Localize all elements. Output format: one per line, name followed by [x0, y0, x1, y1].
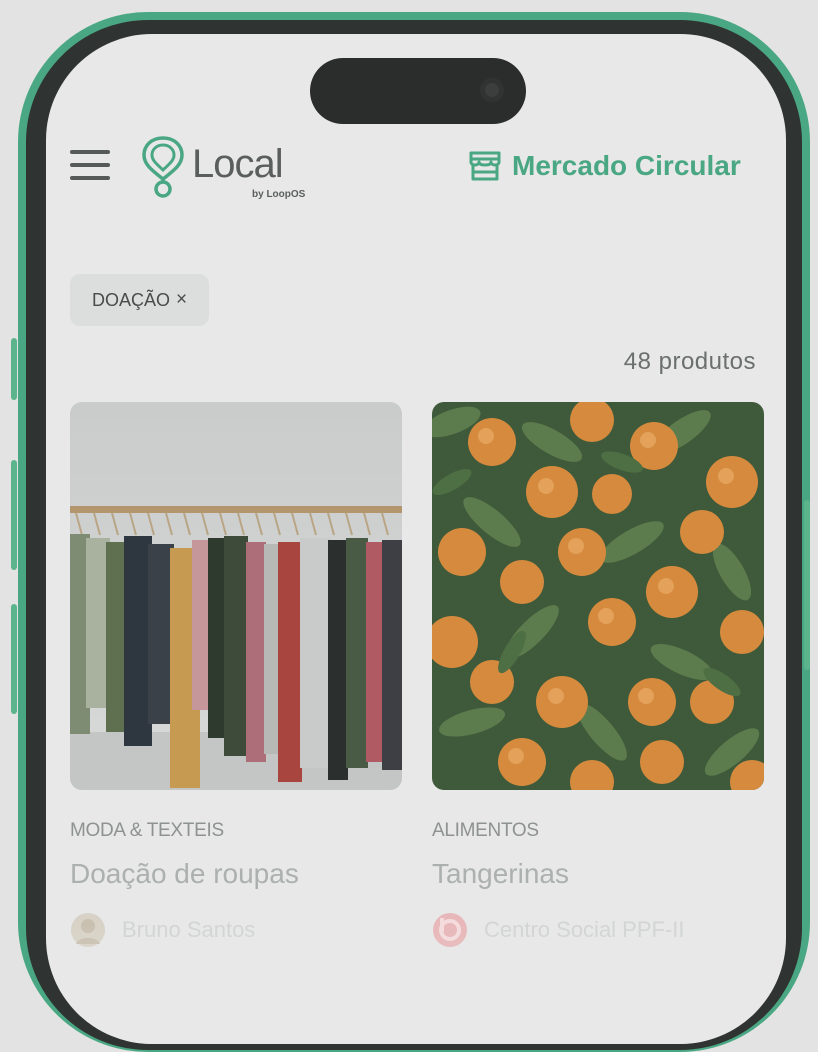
seller-row[interactable]: Bruno Santos: [70, 912, 402, 948]
beats-logo-icon: [433, 913, 467, 947]
avatar-icon: [71, 913, 105, 947]
location-pin-logo-icon: [142, 136, 184, 198]
logo-text: Local: [192, 142, 284, 186]
storefront-icon: [469, 151, 501, 181]
seller-name: Bruno Santos: [122, 917, 256, 942]
seller-row[interactable]: Centro Social PPF-II: [432, 912, 764, 948]
mercado-circular-label: Mercado Circular: [512, 150, 741, 181]
hamburger-menu-icon[interactable]: [70, 150, 110, 182]
close-icon[interactable]: ×: [176, 289, 187, 311]
power-button: [804, 500, 810, 670]
logo-subtext: by LoopOS: [252, 189, 306, 200]
mercado-circular-link[interactable]: Mercado Circular: [468, 150, 741, 182]
app-screen: Local by LoopOS Mercado Circular DOAÇÃO …: [46, 34, 786, 1044]
action-button: [11, 338, 17, 400]
filter-chip-doacao[interactable]: DOAÇÃO ×: [70, 274, 210, 326]
product-card[interactable]: MODA & TEXTEIS Doação de roupas Bruno Sa…: [70, 402, 402, 948]
product-image-tangerines[interactable]: [432, 402, 764, 790]
filter-chip-label: DOAÇÃO: [92, 289, 171, 310]
product-image-clothes[interactable]: [70, 402, 402, 790]
product-title[interactable]: Doação de roupas: [70, 858, 402, 890]
volume-up-button: [11, 460, 17, 570]
product-card[interactable]: ALIMENTOS Tangerinas Centro Social PPF-I…: [432, 402, 764, 948]
seller-name: Centro Social PPF-II: [484, 917, 685, 942]
volume-down-button: [11, 604, 17, 714]
product-category: MODA & TEXTEIS: [70, 820, 224, 841]
dynamic-island: [310, 58, 526, 124]
camera-icon: [480, 78, 504, 102]
product-category: ALIMENTOS: [432, 820, 539, 841]
results-count: 48 produtos: [623, 348, 756, 375]
product-title[interactable]: Tangerinas: [432, 858, 764, 890]
